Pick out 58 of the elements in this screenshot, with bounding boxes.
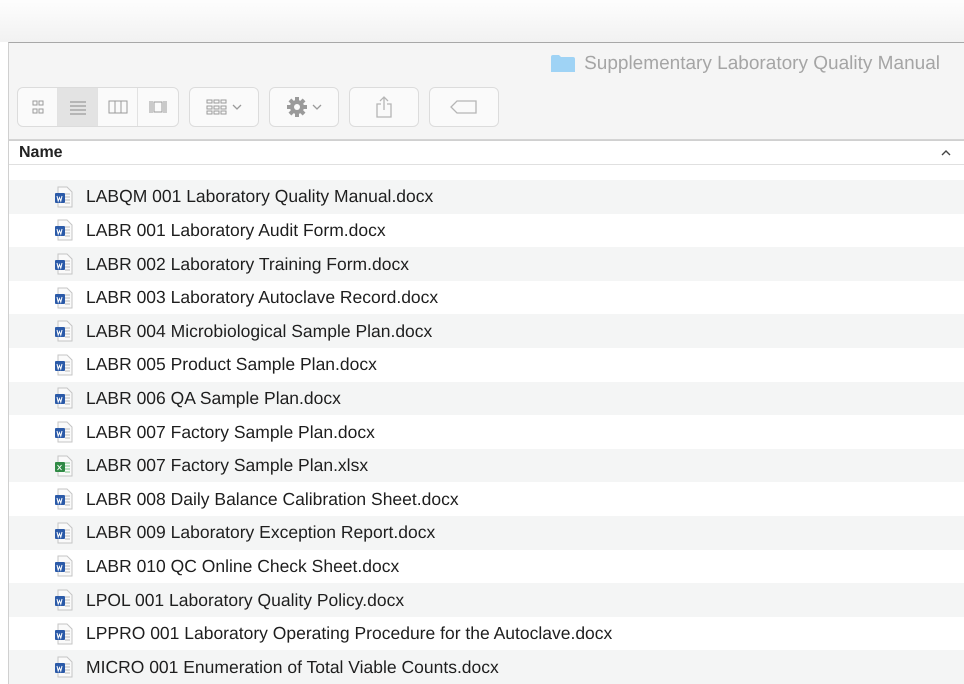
- word-document-icon: [54, 555, 74, 578]
- file-name: LABR 007 Factory Sample Plan.docx: [86, 422, 375, 443]
- file-name: LABR 009 Laboratory Exception Report.docx: [86, 522, 436, 544]
- file-row[interactable]: LABR 006 QA Sample Plan.docx: [9, 382, 964, 416]
- word-document-icon: [54, 656, 74, 678]
- file-name: LPPRO 001 Laboratory Operating Procedure for the Autoclave.docx: [86, 623, 612, 644]
- word-document-icon: [54, 286, 74, 309]
- group-icon: [206, 99, 228, 115]
- word-document-icon: [54, 522, 74, 544]
- folder-icon: [550, 54, 576, 74]
- caret-icon: [232, 104, 242, 110]
- file-row[interactable]: MICRO 001 Enumeration of Total Viable Counts.docx: [9, 650, 964, 684]
- file-row[interactable]: LABR 002 Laboratory Training Form.docx: [9, 247, 964, 281]
- file-name: LABR 006 QA Sample Plan.docx: [86, 388, 341, 409]
- window-title: Supplementary Laboratory Quality Manual: [584, 53, 940, 75]
- share-button[interactable]: [349, 87, 419, 127]
- group-button[interactable]: [189, 87, 259, 127]
- action-button[interactable]: [269, 87, 339, 127]
- spreadsheet-icon: [54, 454, 74, 477]
- file-name: LABR 002 Laboratory Training Form.docx: [86, 254, 409, 275]
- word-document-icon: [54, 219, 74, 242]
- word-document-icon: [54, 253, 74, 276]
- word-document-icon: [54, 622, 74, 645]
- file-name: LPOL 001 Laboratory Quality Policy.docx: [86, 590, 404, 611]
- file-name: LABR 001 Laboratory Audit Form.docx: [86, 220, 386, 241]
- file-name: LABR 003 Laboratory Autoclave Record.docx: [86, 287, 438, 308]
- word-document-icon: [54, 421, 74, 444]
- file-name: LABQM 001 Laboratory Quality Manual.docx: [86, 186, 434, 208]
- caret-icon: [312, 104, 322, 110]
- file-name: LABR 004 Microbiological Sample Plan.docx: [86, 320, 432, 342]
- file-row[interactable]: LABR 009 Laboratory Exception Report.docx: [9, 516, 964, 550]
- share-icon: [375, 95, 393, 119]
- file-name: LABR 005 Product Sample Plan.docx: [86, 354, 377, 376]
- file-name: LABR 008 Daily Balance Calibration Sheet.docx: [86, 488, 459, 510]
- file-row[interactable]: LPOL 001 Laboratory Quality Policy.docx: [9, 583, 964, 617]
- word-document-icon: [54, 387, 74, 410]
- tag-button[interactable]: [429, 87, 499, 127]
- word-document-icon: [54, 354, 74, 376]
- gallery-icon: [148, 99, 168, 115]
- gear-icon: [286, 96, 308, 118]
- view-mode-button[interactable]: [58, 88, 98, 126]
- column-header[interactable]: Name: [9, 140, 964, 166]
- file-row[interactable]: LABQM 001 Laboratory Quality Manual.docx: [9, 180, 964, 214]
- word-document-icon: [54, 488, 74, 510]
- file-name: LABR 010 QC Online Check Sheet.docx: [86, 556, 400, 577]
- file-row[interactable]: LABR 007 Factory Sample Plan.xlsx: [9, 448, 964, 482]
- columns-icon: [108, 99, 128, 115]
- tag-icon: [449, 99, 479, 115]
- view-mode-switcher[interactable]: [17, 87, 179, 127]
- file-row[interactable]: LABR 004 Microbiological Sample Plan.docx: [9, 314, 964, 348]
- word-document-icon: [54, 320, 74, 342]
- file-row[interactable]: LABR 001 Laboratory Audit Form.docx: [9, 214, 964, 248]
- word-document-icon: [54, 186, 74, 208]
- column-label: Name: [19, 144, 63, 162]
- list-icon: [68, 99, 88, 115]
- file-name: MICRO 001 Enumeration of Total Viable Counts.docx: [86, 656, 499, 678]
- file-name: LABR 007 Factory Sample Plan.xlsx: [86, 455, 368, 476]
- word-document-icon: [54, 589, 74, 612]
